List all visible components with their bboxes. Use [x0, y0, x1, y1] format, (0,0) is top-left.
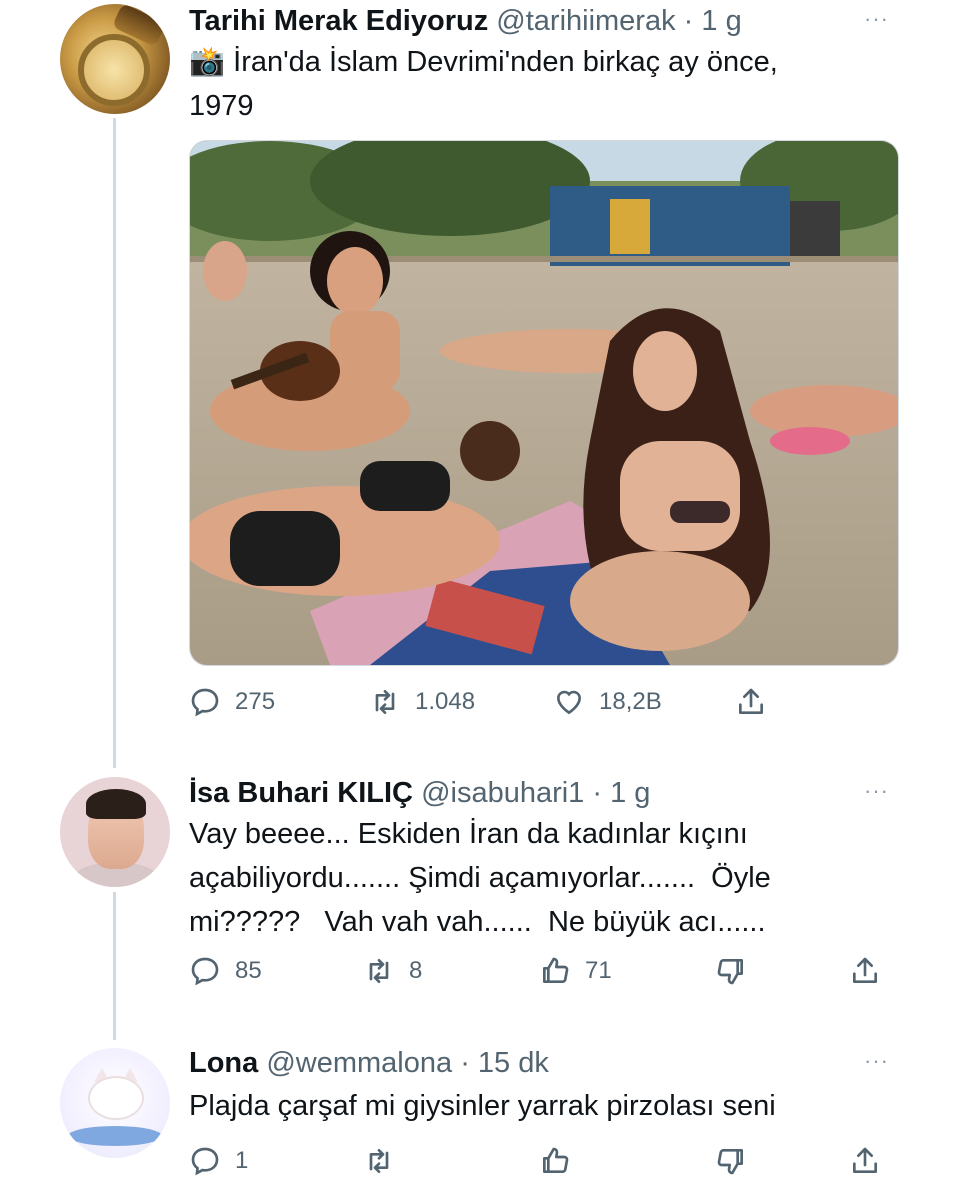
reply-text-line: açabiliyordu....... Şimdi açamıyorlar...… — [189, 862, 771, 894]
reply-header: İsa Buhari KILIÇ @isabuhari1 · 1 g — [189, 776, 650, 810]
reply-count: 1 — [235, 1147, 249, 1174]
camera-emoji-icon: 📸 — [189, 46, 226, 78]
timestamp[interactable]: 1 g — [610, 777, 650, 809]
share-button[interactable] — [849, 955, 895, 987]
tweet-header: Tarihi Merak Ediyoruz @tarihiimerak · 1 … — [189, 4, 742, 38]
retweet-button[interactable] — [363, 1145, 409, 1177]
reply-icon — [189, 955, 221, 987]
share-icon — [849, 1145, 881, 1177]
like-button[interactable]: 18,2B — [553, 686, 662, 718]
more-options-icon[interactable]: ··· — [864, 1048, 889, 1074]
reply-actions: 1 — [189, 1145, 909, 1185]
share-icon — [849, 955, 881, 987]
separator: · — [683, 5, 694, 37]
avatar[interactable] — [60, 777, 170, 887]
reply-icon — [189, 1145, 221, 1177]
retweet-button[interactable]: 8 — [363, 955, 422, 987]
tweet-actions: 275 1.048 18,2B — [189, 686, 889, 726]
author-name[interactable]: İsa Buhari KILIÇ — [189, 777, 413, 809]
tweet-text-line: İran'da İslam Devrimi'nden birkaç ay önc… — [233, 46, 778, 78]
more-options-icon[interactable]: ··· — [864, 778, 889, 804]
downvote-button[interactable] — [715, 1145, 761, 1177]
reply-icon — [189, 686, 221, 718]
heart-icon — [553, 686, 585, 718]
timestamp[interactable]: 15 dk — [478, 1047, 549, 1079]
downvote-button[interactable] — [715, 955, 761, 987]
reply-button[interactable]: 85 — [189, 955, 262, 987]
avatar[interactable] — [60, 1048, 170, 1158]
like-count: 18,2B — [599, 688, 662, 715]
beach-photo-illustration — [190, 141, 898, 665]
author-name[interactable]: Lona — [189, 1047, 258, 1079]
thread-line — [113, 892, 116, 1040]
reply-text-line: Vay beeee... Eskiden İran da kadınlar kı… — [189, 818, 748, 850]
avatar[interactable] — [60, 4, 170, 114]
retweet-count: 8 — [409, 957, 423, 984]
separator: · — [592, 777, 603, 809]
author-handle[interactable]: @tarihiimerak — [496, 5, 675, 37]
author-handle[interactable]: @wemmalona — [266, 1047, 452, 1079]
retweet-count: 1.048 — [415, 688, 476, 715]
retweet-icon — [363, 955, 395, 987]
reply-count: 275 — [235, 688, 276, 715]
reply-button[interactable]: 1 — [189, 1145, 248, 1177]
retweet-icon — [363, 1145, 395, 1177]
upvote-count: 71 — [585, 957, 612, 984]
thumbs-up-icon — [539, 955, 571, 987]
share-button[interactable] — [849, 1145, 895, 1177]
reply-text-line: Plajda çarşaf mi giysinler yarrak pirzol… — [189, 1090, 776, 1122]
more-options-icon[interactable]: ··· — [864, 6, 889, 32]
reply-text: Plajda çarşaf mi giysinler yarrak pirzol… — [189, 1084, 909, 1128]
reply-text: Vay beeee... Eskiden İran da kadınlar kı… — [189, 812, 909, 944]
reply-count: 85 — [235, 957, 262, 984]
retweet-button[interactable]: 1.048 — [369, 686, 475, 718]
reply-button[interactable]: 275 — [189, 686, 275, 718]
share-icon — [735, 686, 767, 718]
reply-header: Lona @wemmalona · 15 dk — [189, 1046, 549, 1080]
tweet-text-line: 1979 — [189, 90, 254, 122]
retweet-icon — [369, 686, 401, 718]
upvote-button[interactable]: 71 — [539, 955, 612, 987]
thread-line — [113, 118, 116, 768]
share-button[interactable] — [735, 686, 781, 718]
reply-text-line: mi????? Vah vah vah...... Ne büyük acı..… — [189, 906, 766, 938]
thumbs-down-icon — [715, 1145, 747, 1177]
upvote-button[interactable] — [539, 1145, 585, 1177]
separator: · — [460, 1047, 470, 1079]
author-handle[interactable]: @isabuhari1 — [421, 777, 584, 809]
tweet-photo[interactable] — [189, 140, 899, 666]
tweet-text: 📸 İran'da İslam Devrimi'nden birkaç ay ö… — [189, 40, 889, 128]
thumbs-down-icon — [715, 955, 747, 987]
reply-actions: 85 8 71 — [189, 955, 909, 995]
thumbs-up-icon — [539, 1145, 571, 1177]
author-name[interactable]: Tarihi Merak Ediyoruz — [189, 5, 488, 37]
timestamp[interactable]: 1 g — [701, 5, 741, 37]
